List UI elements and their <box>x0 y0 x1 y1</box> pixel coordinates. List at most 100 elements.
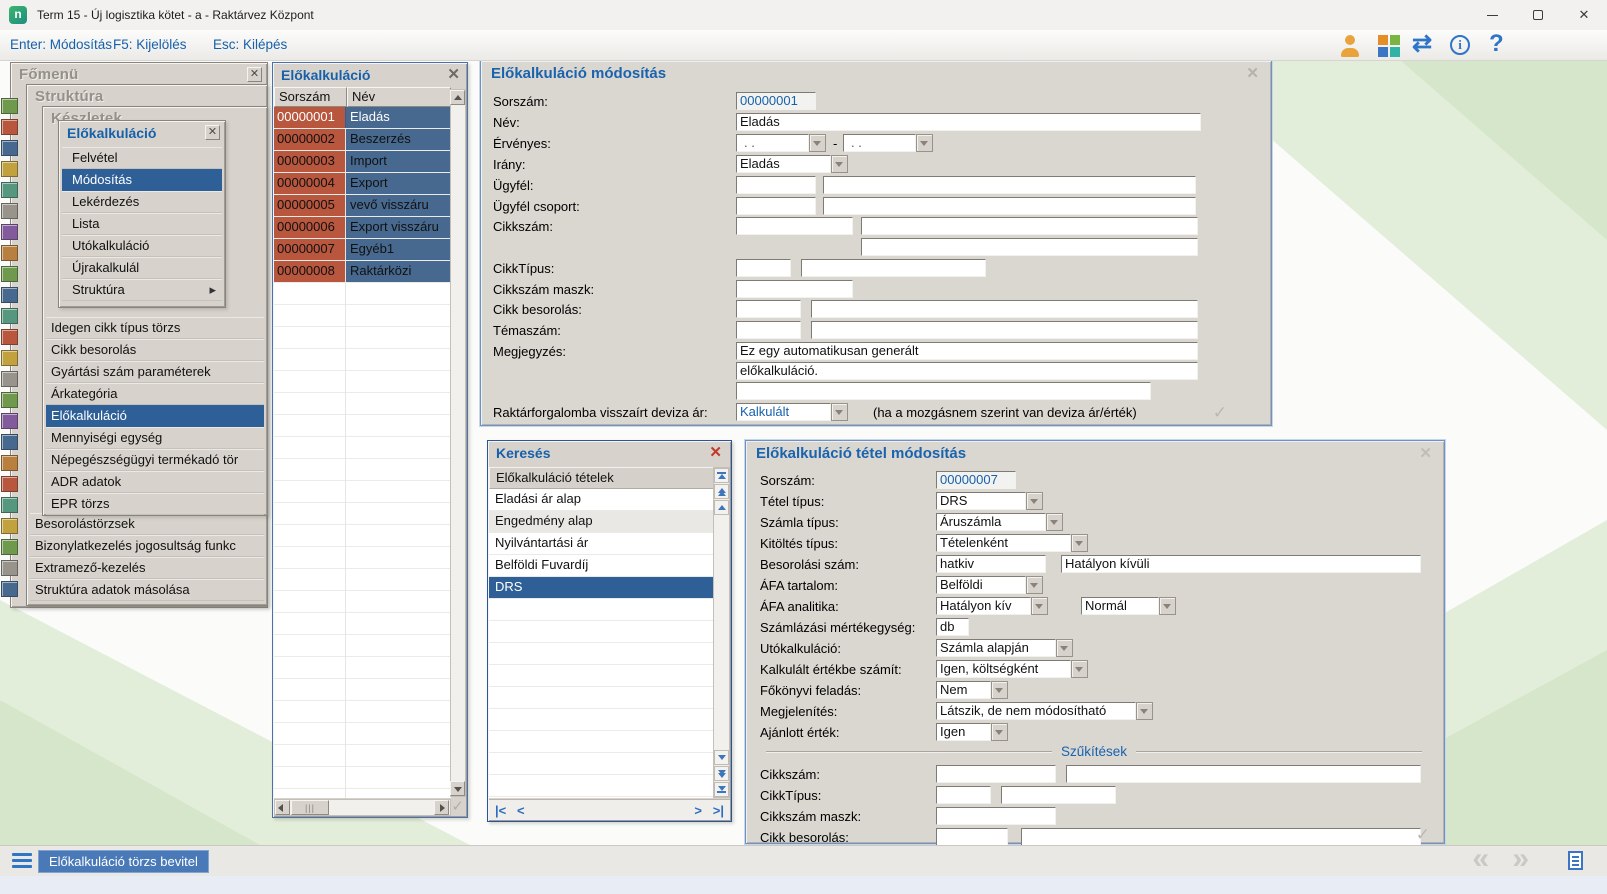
scroll-to-bottom-button[interactable] <box>714 782 729 797</box>
item-panel-close-button[interactable]: ✕ <box>1419 446 1432 461</box>
submenu-item-ujrakalkulal[interactable]: Újrakalkulál <box>62 257 222 279</box>
fokonyvi-dropdown[interactable]: Nem <box>936 681 991 699</box>
page-up-button[interactable] <box>714 484 729 499</box>
submenu-item-lekerdezes[interactable]: Lekérdezés <box>62 191 222 213</box>
scroll-up-button[interactable] <box>450 90 465 105</box>
submenu-item-modositas[interactable]: Módosítás <box>62 169 222 191</box>
szuk-cikk-besorolas-code-field[interactable] <box>936 828 1008 846</box>
list-row[interactable]: 00000007Egyéb1 <box>274 239 451 261</box>
list-row[interactable]: 00000003Import <box>274 151 451 173</box>
dropdown-arrow-icon[interactable] <box>1031 597 1048 615</box>
stacked-window-icon[interactable] <box>1 245 18 261</box>
edit-panel-confirm-check-icon[interactable]: ✓ <box>1213 403 1227 423</box>
tetel-tipus-dropdown[interactable]: DRS <box>936 492 1026 510</box>
ugyfel-name-field[interactable] <box>823 176 1196 194</box>
irany-dropdown[interactable]: Eladás <box>736 155 831 173</box>
submenu-item-lista[interactable]: Lista <box>62 213 222 235</box>
afa-tartalom-dropdown[interactable]: Belföldi <box>936 576 1026 594</box>
stacked-window-icon[interactable] <box>1 308 18 324</box>
stacked-window-icon[interactable] <box>1 392 18 408</box>
back-chevrons-icon[interactable]: « <box>1472 842 1489 876</box>
stacked-window-icon[interactable] <box>1 518 18 534</box>
menu-item-gyartasi-szam[interactable]: Gyártási szám paraméterek <box>46 361 264 383</box>
search-item[interactable]: Nyilvántartási ár <box>489 533 715 555</box>
column-header-nev[interactable]: Név <box>347 87 451 107</box>
deviza-dropdown[interactable]: Kalkulált <box>736 403 831 421</box>
menu-item-struktura-adatok[interactable]: Struktúra adatok másolása <box>30 579 264 601</box>
temaszam-code-field[interactable] <box>736 321 801 339</box>
dropdown-arrow-icon[interactable] <box>916 134 933 152</box>
stacked-window-icon[interactable] <box>1 98 18 114</box>
megjegyzes-line3-field[interactable] <box>736 382 1151 400</box>
list-row[interactable]: 00000008Raktárközi <box>274 261 451 283</box>
help-icon[interactable]: ? <box>1489 33 1504 55</box>
kitoltes-tipus-dropdown[interactable]: Tételenként <box>936 534 1071 552</box>
search-item[interactable]: Engedmény alap <box>489 511 715 533</box>
scroll-down-button[interactable] <box>450 781 465 796</box>
stacked-window-icon[interactable] <box>1 140 18 156</box>
scroll-left-button[interactable] <box>275 800 290 815</box>
submenu-item-felvetel[interactable]: Felvétel <box>62 147 222 169</box>
megjegyzes-line2-field[interactable]: előkalkuláció. <box>736 362 1198 380</box>
stacked-window-icon[interactable] <box>1 413 18 429</box>
sorszam-field[interactable]: 00000001 <box>736 92 816 110</box>
search-item[interactable]: Előkalkuláció tételek <box>489 467 715 489</box>
cikkszam-code-field[interactable] <box>736 217 853 235</box>
dropdown-arrow-icon[interactable] <box>1026 492 1043 510</box>
stacked-window-icon[interactable] <box>1 539 18 555</box>
nav-last-button[interactable]: >| <box>713 803 724 818</box>
menu-item-besorolastorzsek[interactable]: Besorolástörzsek <box>30 513 264 535</box>
ugyfel-csoport-code-field[interactable] <box>736 197 816 215</box>
stacked-window-icon[interactable] <box>1 455 18 471</box>
shortcut-exit[interactable]: Esc: Kilépés <box>213 37 287 52</box>
nav-prev-button[interactable]: < <box>517 803 525 818</box>
stacked-window-icon[interactable] <box>1 119 18 135</box>
dropdown-arrow-icon[interactable] <box>1071 534 1088 552</box>
szuk-cikkszam-maszk-field[interactable] <box>936 807 1056 825</box>
cikktipus-name-field[interactable] <box>801 259 986 277</box>
kalkulalt-dropdown[interactable]: Igen, költségként <box>936 660 1071 678</box>
szuk-cikkszam-code-field[interactable] <box>936 765 1056 783</box>
besorolasi-szam-name-field[interactable]: Hatályon kívüli <box>1061 555 1421 573</box>
stacked-window-icon[interactable] <box>1 287 18 303</box>
menu-item-elokalkulacio[interactable]: Előkalkuláció <box>46 405 264 427</box>
list-row[interactable]: 00000001Eladás <box>274 107 451 129</box>
apps-grid-icon[interactable] <box>1378 35 1400 57</box>
afa-analitika-dropdown1[interactable]: Hatályon kív <box>936 597 1031 615</box>
cikktipus-code-field[interactable] <box>736 259 791 277</box>
cikkszam-name-field[interactable] <box>861 217 1198 235</box>
ervenyes-from-field[interactable]: . . <box>736 134 809 152</box>
submenu-close-button[interactable]: ✕ <box>205 125 220 140</box>
cikk-besorolas-code-field[interactable] <box>736 300 801 318</box>
submenu-item-utokalkulacio[interactable]: Utókalkuláció <box>62 235 222 257</box>
nav-next-button[interactable]: > <box>694 803 702 818</box>
minimize-button[interactable] <box>1469 0 1515 30</box>
dropdown-arrow-icon[interactable] <box>809 134 826 152</box>
maximize-button[interactable] <box>1515 0 1561 30</box>
scroll-right-button[interactable] <box>434 800 449 815</box>
menu-icon[interactable] <box>12 853 32 871</box>
stacked-window-icon[interactable] <box>1 329 18 345</box>
line-up-button[interactable] <box>714 500 729 515</box>
stacked-window-icon[interactable] <box>1 560 18 576</box>
shortcut-select[interactable]: F5: Kijelölés <box>113 37 187 52</box>
active-task-badge[interactable]: Előkalkuláció törzs bevitel <box>38 850 209 873</box>
transfer-icon[interactable]: ⇄ <box>1412 33 1432 55</box>
hscroll-thumb[interactable]: ||| <box>291 800 329 815</box>
search-close-button[interactable]: ✕ <box>709 445 722 460</box>
cikkszam-maszk-field[interactable] <box>736 280 853 298</box>
dropdown-arrow-icon[interactable] <box>831 155 848 173</box>
nav-first-button[interactable]: |< <box>495 803 506 818</box>
megjelenites-dropdown[interactable]: Látszik, de nem módosítható <box>936 702 1136 720</box>
close-button[interactable]: ✕ <box>1561 0 1607 30</box>
dropdown-arrow-icon[interactable] <box>831 403 848 421</box>
menu-item-epr-torzs[interactable]: EPR törzs <box>46 493 264 515</box>
cikk-besorolas-name-field[interactable] <box>811 300 1198 318</box>
szuk-cikktipus-name-field[interactable] <box>1001 786 1116 804</box>
ugyfel-code-field[interactable] <box>736 176 816 194</box>
menu-item-arkategoria[interactable]: Árkategória <box>46 383 264 405</box>
stacked-window-icon[interactable] <box>1 266 18 282</box>
utokalkulacio-dropdown[interactable]: Számla alapján <box>936 639 1056 657</box>
temaszam-name-field[interactable] <box>811 321 1198 339</box>
list-row[interactable]: 00000002Beszerzés <box>274 129 451 151</box>
